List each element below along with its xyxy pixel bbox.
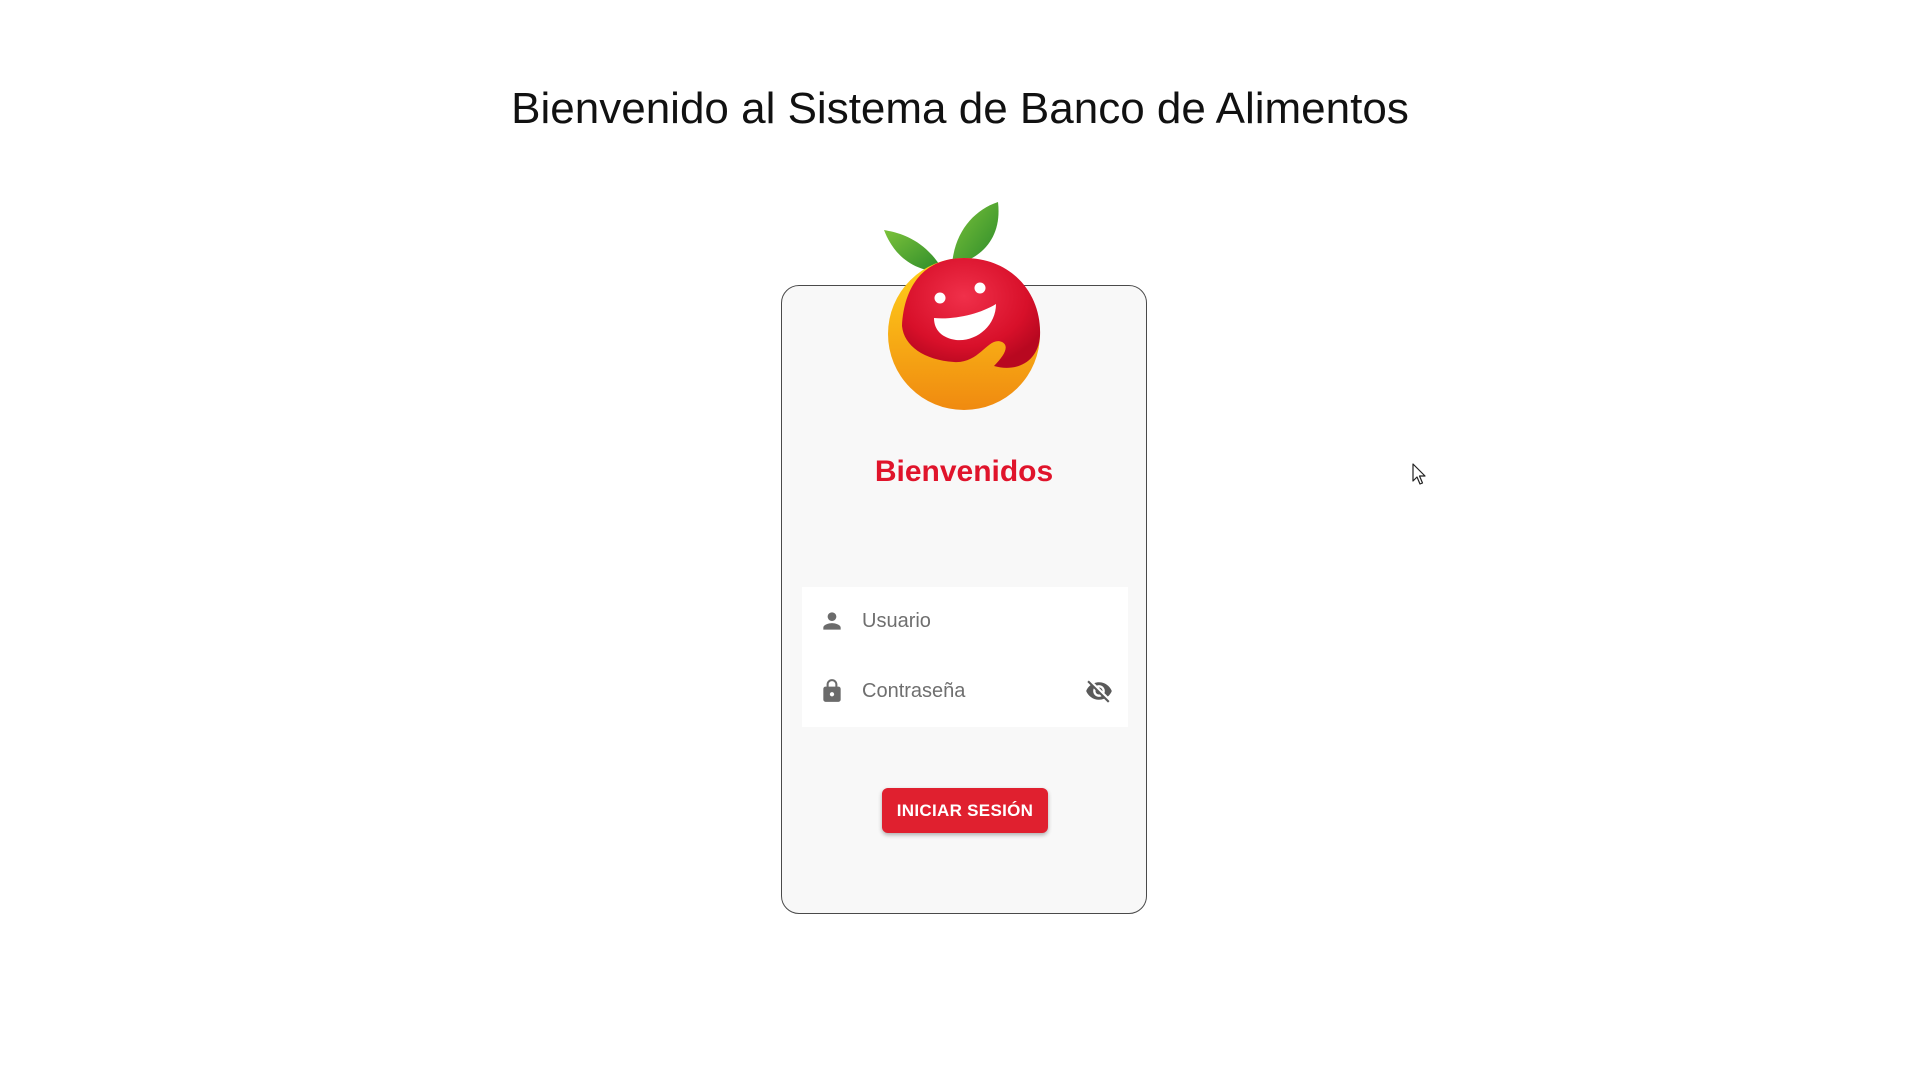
page-title: Bienvenido al Sistema de Banco de Alimen… <box>511 84 1409 133</box>
username-input[interactable] <box>862 609 1062 633</box>
welcome-heading: Bienvenidos <box>874 455 1054 488</box>
visibility-off-icon[interactable] <box>1084 677 1114 705</box>
person-icon <box>818 607 846 635</box>
smiling-apple-logo <box>884 202 1041 410</box>
login-page: Bienvenido al Sistema de Banco de Alimen… <box>0 0 1920 1080</box>
password-field <box>802 661 1128 721</box>
password-input[interactable] <box>862 679 1062 703</box>
login-button[interactable]: INICIAR SESIÓN <box>882 788 1048 833</box>
username-field <box>802 591 1128 651</box>
login-form <box>802 587 1128 727</box>
lock-icon <box>818 677 846 705</box>
mouse-cursor-icon <box>1412 463 1426 485</box>
